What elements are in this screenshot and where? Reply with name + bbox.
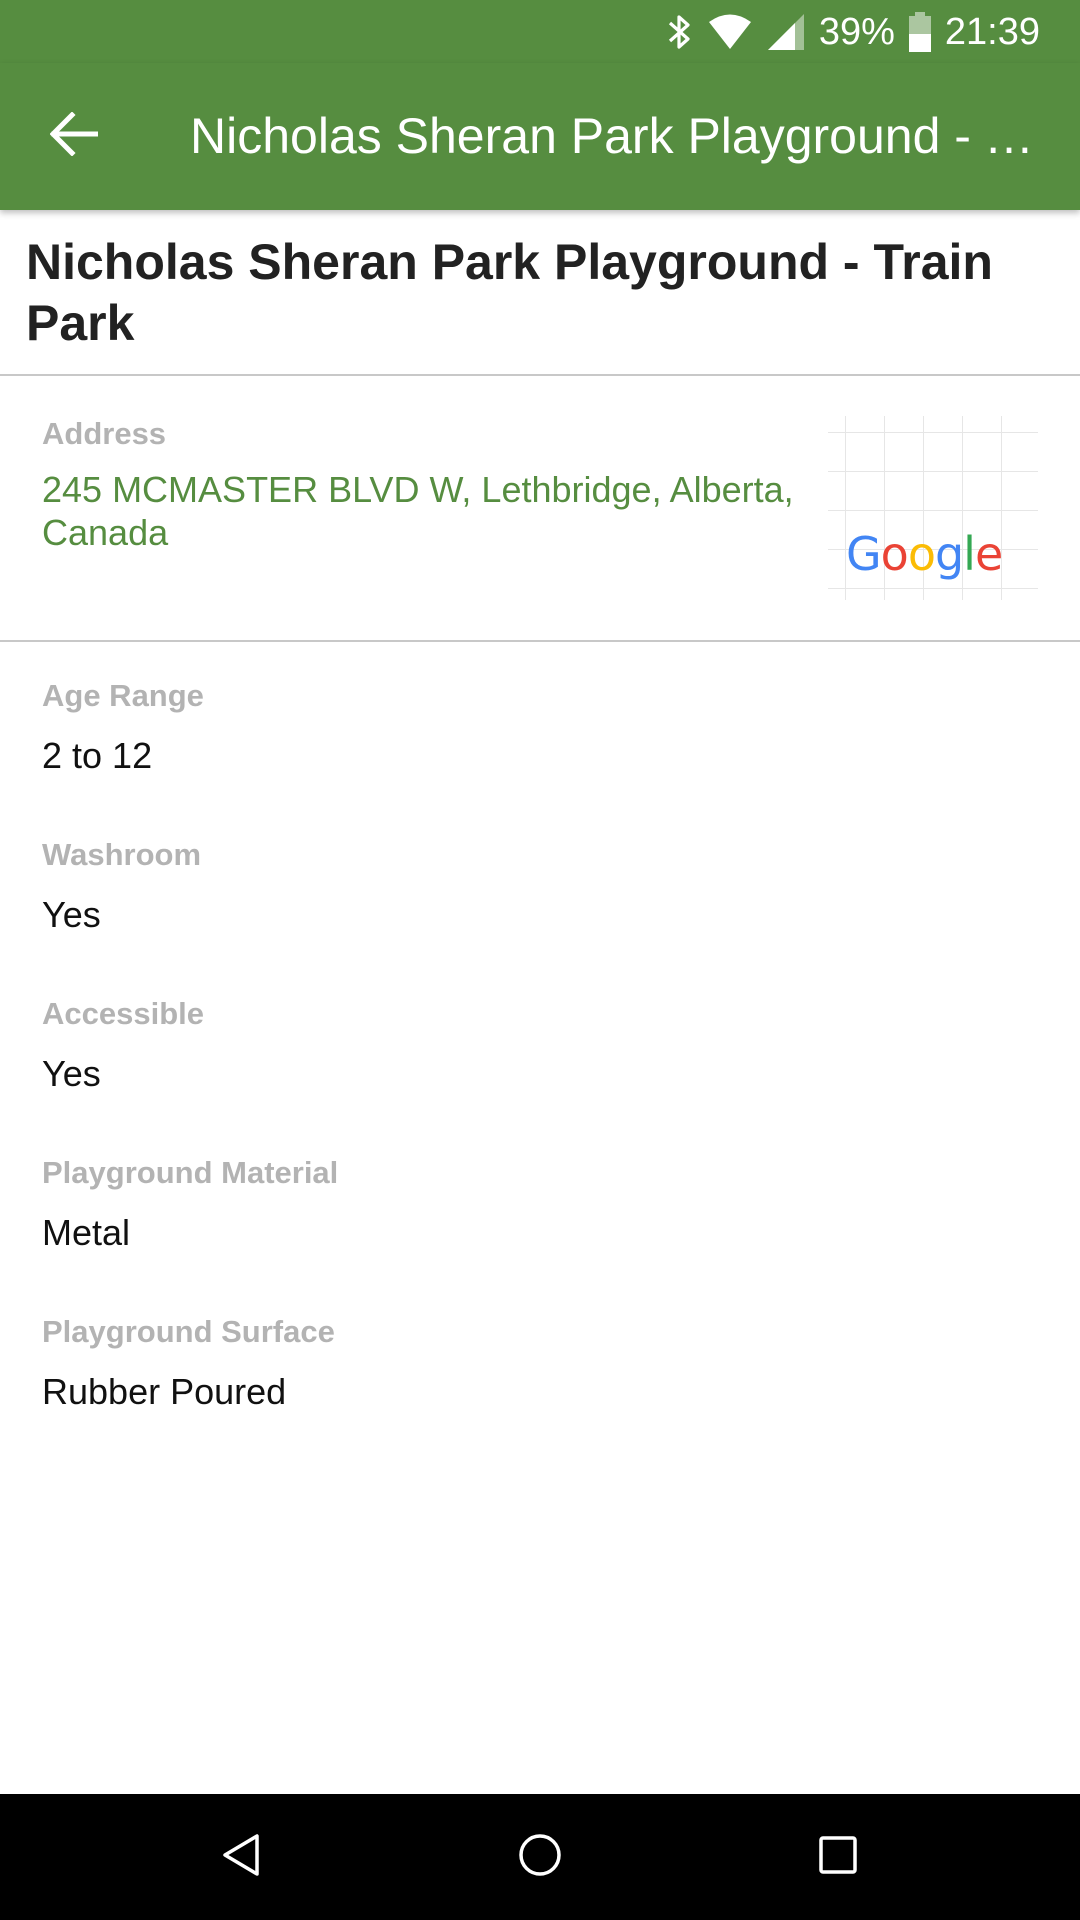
back-arrow-icon [49,110,99,161]
nav-back-button[interactable] [208,1824,274,1890]
nav-recents-icon [818,1835,858,1880]
status-icons: 39% 21:39 [667,8,1040,56]
detail-label: Washroom [42,837,202,872]
detail-value: Rubber Poured [42,1371,287,1412]
detail-value: Yes [42,894,101,935]
detail-value: Metal [42,1212,131,1253]
battery-icon [908,12,931,52]
details-list: Age Range 2 to 12 Washroom Yes Accessibl… [0,642,1080,1471]
nav-recents-button[interactable] [805,1824,871,1890]
detail-label: Playground Surface [42,1314,335,1349]
nav-back-icon [221,1833,261,1882]
address-link[interactable]: 245 MCMASTER BLVD W, Lethbridge, Alberta… [42,468,802,554]
detail-label: Age Range [42,678,204,713]
battery-text: 39% [818,10,895,53]
status-bar: 39% 21:39 [0,0,1080,63]
detail-label: Accessible [42,996,204,1031]
address-section: Address 245 MCMASTER BLVD W, Lethbridge,… [0,376,1080,640]
nav-home-icon [518,1833,562,1882]
cell-signal-icon [767,13,805,51]
screen: 39% 21:39 Nicholas Sheran Park Playgroun… [0,0,1080,1920]
app-bar: Nicholas Sheran Park Playground - Train … [0,63,1080,210]
detail-accessible: Accessible Yes [42,994,1038,1153]
detail-age-range: Age Range 2 to 12 [42,676,1038,835]
content: Nicholas Sheran Park Playground - Train … [0,210,1080,1471]
map-thumbnail[interactable]: Google [828,416,1038,600]
back-button[interactable] [36,98,112,174]
app-bar-title: Nicholas Sheran Park Playground - Train … [190,108,1050,164]
detail-washroom: Washroom Yes [42,835,1038,994]
address-label: Address [42,416,167,451]
detail-playground-surface: Playground Surface Rubber Poured [42,1312,1038,1471]
detail-value: 2 to 12 [42,735,153,776]
status-time: 21:39 [944,10,1040,53]
wifi-icon [707,13,753,51]
page-title: Nicholas Sheran Park Playground - Train … [26,234,993,351]
nav-home-button[interactable] [507,1824,573,1890]
detail-value: Yes [42,1053,101,1094]
bluetooth-icon [667,12,693,52]
detail-playground-material: Playground Material Metal [42,1153,1038,1312]
detail-label: Playground Material [42,1155,339,1190]
navigation-bar [0,1794,1080,1920]
google-logo: Google [846,527,1003,581]
